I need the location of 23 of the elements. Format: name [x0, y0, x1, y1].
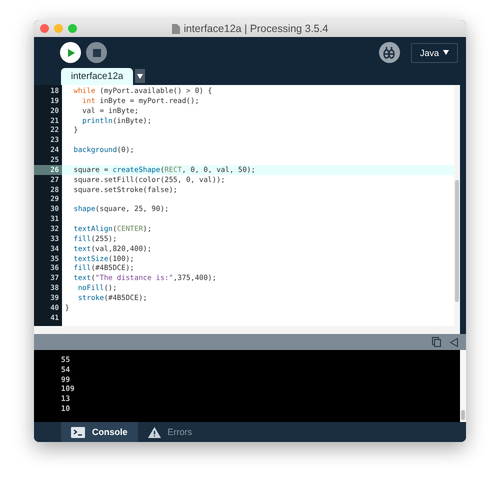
tab-menu-button[interactable] — [135, 69, 146, 83]
code-editor[interactable] — [34, 85, 460, 326]
panel-tab[interactable]: Console — [61, 422, 138, 442]
document-icon — [172, 24, 180, 34]
copy-icon[interactable] — [432, 337, 441, 347]
butterfly-icon — [382, 46, 396, 60]
stop-icon — [92, 48, 100, 56]
window-title: interface12a | Processing 3.5.4 — [184, 22, 328, 34]
close-icon[interactable] — [40, 24, 49, 33]
terminal-icon — [71, 426, 85, 438]
panel-tab[interactable]: Errors — [138, 422, 202, 442]
collapse-icon[interactable] — [450, 338, 458, 346]
stop-button[interactable] — [86, 42, 107, 63]
caret-icon — [443, 50, 449, 55]
debug-button[interactable] — [378, 42, 400, 63]
warning-icon — [148, 426, 161, 438]
file-tab[interactable]: interface12a — [61, 68, 134, 85]
scrollbar[interactable] — [460, 350, 466, 422]
play-icon — [66, 48, 76, 58]
caret-icon — [137, 74, 144, 78]
scrollbar[interactable] — [454, 85, 460, 326]
run-button[interactable] — [60, 42, 81, 63]
mode-dropdown[interactable]: Java — [410, 42, 458, 62]
